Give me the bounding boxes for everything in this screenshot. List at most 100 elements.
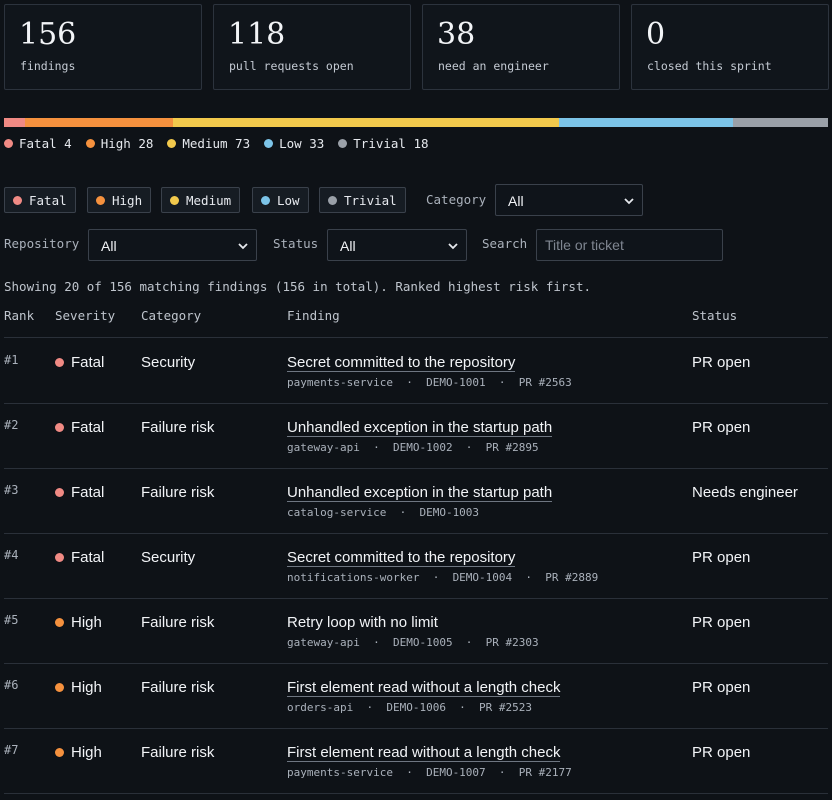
severity-legend: Fatal 4 High 28 Medium 73 Low 33 Trivial 18 xyxy=(4,136,429,151)
row-meta: catalog-service · DEMO-1003 xyxy=(287,506,480,519)
legend-label: Medium 73 xyxy=(182,136,251,151)
column-header-status: Status xyxy=(692,308,738,323)
row-severity: High xyxy=(55,679,102,696)
repository-select-value: All xyxy=(101,238,117,254)
severity-segment-low xyxy=(558,118,733,127)
row-meta: payments-service · DEMO-1007 · PR #2177 xyxy=(287,766,572,779)
severity-dot-icon xyxy=(55,683,64,692)
table-row[interactable]: #1 Fatal Security Secret committed to th… xyxy=(4,338,828,404)
medium-dot-icon xyxy=(170,195,179,205)
row-category: Failure risk xyxy=(141,679,215,696)
row-meta: orders-api · DEMO-1006 · PR #2523 xyxy=(287,701,533,714)
row-severity-label: Fatal xyxy=(71,354,105,371)
chip-label: Low xyxy=(277,192,300,208)
chip-label: Medium xyxy=(186,192,232,208)
stat-label: closed this sprint xyxy=(647,59,772,73)
legend-item-medium: Medium 73 xyxy=(167,136,250,151)
row-finding-link[interactable]: Secret committed to the repository xyxy=(287,354,516,372)
severity-segment-high xyxy=(25,118,174,127)
row-status: PR open xyxy=(692,744,751,761)
legend-label: Trivial 18 xyxy=(353,136,429,151)
medium-dot-icon xyxy=(167,139,177,148)
row-status: PR open xyxy=(692,419,751,436)
row-severity: Fatal xyxy=(55,419,104,436)
fatal-dot-icon xyxy=(13,195,22,205)
row-severity: Fatal xyxy=(55,354,104,371)
low-dot-icon xyxy=(261,195,270,205)
chevron-down-icon xyxy=(448,243,458,250)
row-finding-link[interactable]: Unhandled exception in the startup path xyxy=(287,419,553,437)
table-row[interactable]: #3 Fatal Failure risk Unhandled exceptio… xyxy=(4,468,828,534)
table-row[interactable]: #7 High Failure risk First element read … xyxy=(4,728,828,794)
legend-label: Fatal 4 xyxy=(19,136,72,151)
table-row[interactable]: #4 Fatal Security Secret committed to th… xyxy=(4,533,828,599)
row-severity: High xyxy=(55,614,102,631)
severity-dot-icon xyxy=(55,488,64,497)
filter-chip-fatal[interactable]: Fatal xyxy=(4,187,76,213)
severity-dot-icon xyxy=(55,358,64,367)
table-row[interactable]: #2 Fatal Failure risk Unhandled exceptio… xyxy=(4,403,828,469)
chevron-down-icon xyxy=(624,198,634,205)
row-category: Failure risk xyxy=(141,484,215,501)
row-finding-link[interactable]: Secret committed to the repository xyxy=(287,549,516,567)
repository-select[interactable]: All xyxy=(88,229,257,261)
severity-segment-trivial xyxy=(732,118,828,127)
row-finding-link[interactable]: First element read without a length chec… xyxy=(287,744,561,762)
row-rank: #6 xyxy=(4,678,19,692)
severity-segment-medium xyxy=(173,118,559,127)
row-status: PR open xyxy=(692,614,751,631)
trivial-dot-icon xyxy=(338,139,348,148)
row-meta: notifications-worker · DEMO-1004 · PR #2… xyxy=(287,571,599,584)
repository-label: Repository xyxy=(4,236,80,251)
severity-dot-icon xyxy=(55,748,64,757)
severity-segment-fatal xyxy=(4,118,26,127)
fatal-dot-icon xyxy=(4,139,13,148)
row-meta: gateway-api · DEMO-1005 · PR #2303 xyxy=(287,636,539,649)
low-dot-icon xyxy=(264,139,274,148)
stat-need-engineer: 38 need an engineer xyxy=(422,4,620,90)
row-status: PR open xyxy=(692,549,751,566)
severity-dot-icon xyxy=(55,618,64,627)
filter-chip-low[interactable]: Low xyxy=(252,187,309,213)
table-row[interactable]: #6 High Failure risk First element read … xyxy=(4,663,828,729)
column-header-severity: Severity xyxy=(55,308,116,323)
row-finding-link[interactable]: Retry loop with no limit xyxy=(287,614,438,631)
chip-label: Trivial xyxy=(344,192,397,208)
status-select[interactable]: All xyxy=(327,229,467,261)
stat-label: findings xyxy=(20,59,76,73)
stat-label: pull requests open xyxy=(229,59,354,73)
search-label: Search xyxy=(482,236,528,251)
category-select[interactable]: All xyxy=(495,184,643,216)
filter-chip-trivial[interactable]: Trivial xyxy=(319,187,406,213)
row-severity-label: Fatal xyxy=(71,484,105,501)
filter-chip-medium[interactable]: Medium xyxy=(161,187,241,213)
row-category: Security xyxy=(141,354,196,371)
row-category: Failure risk xyxy=(141,744,215,761)
row-category: Failure risk xyxy=(141,419,215,436)
legend-item-fatal: Fatal 4 xyxy=(4,136,72,151)
legend-item-low: Low 33 xyxy=(264,136,324,151)
row-finding-link[interactable]: First element read without a length chec… xyxy=(287,679,561,697)
search-input[interactable] xyxy=(536,229,723,261)
row-status: PR open xyxy=(692,679,751,696)
row-rank: #2 xyxy=(4,418,19,432)
stat-value: 118 xyxy=(228,17,286,52)
row-severity: Fatal xyxy=(55,484,104,501)
row-finding-link[interactable]: Unhandled exception in the startup path xyxy=(287,484,553,502)
stat-value: 38 xyxy=(437,17,476,52)
row-severity: Fatal xyxy=(55,549,104,566)
severity-dot-icon xyxy=(55,553,64,562)
stat-findings: 156 findings xyxy=(4,4,202,90)
column-header-category: Category xyxy=(141,308,202,323)
table-row[interactable]: #5 High Failure risk Retry loop with no … xyxy=(4,598,828,664)
category-select-value: All xyxy=(508,193,524,209)
stat-label: need an engineer xyxy=(438,59,549,73)
row-category: Failure risk xyxy=(141,614,215,631)
legend-label: Low 33 xyxy=(279,136,325,151)
high-dot-icon xyxy=(96,195,105,205)
status-select-value: All xyxy=(340,238,356,254)
chevron-down-icon xyxy=(238,243,248,250)
row-severity: High xyxy=(55,744,102,761)
filter-chip-high[interactable]: High xyxy=(87,187,152,213)
chip-label: Fatal xyxy=(29,192,67,208)
